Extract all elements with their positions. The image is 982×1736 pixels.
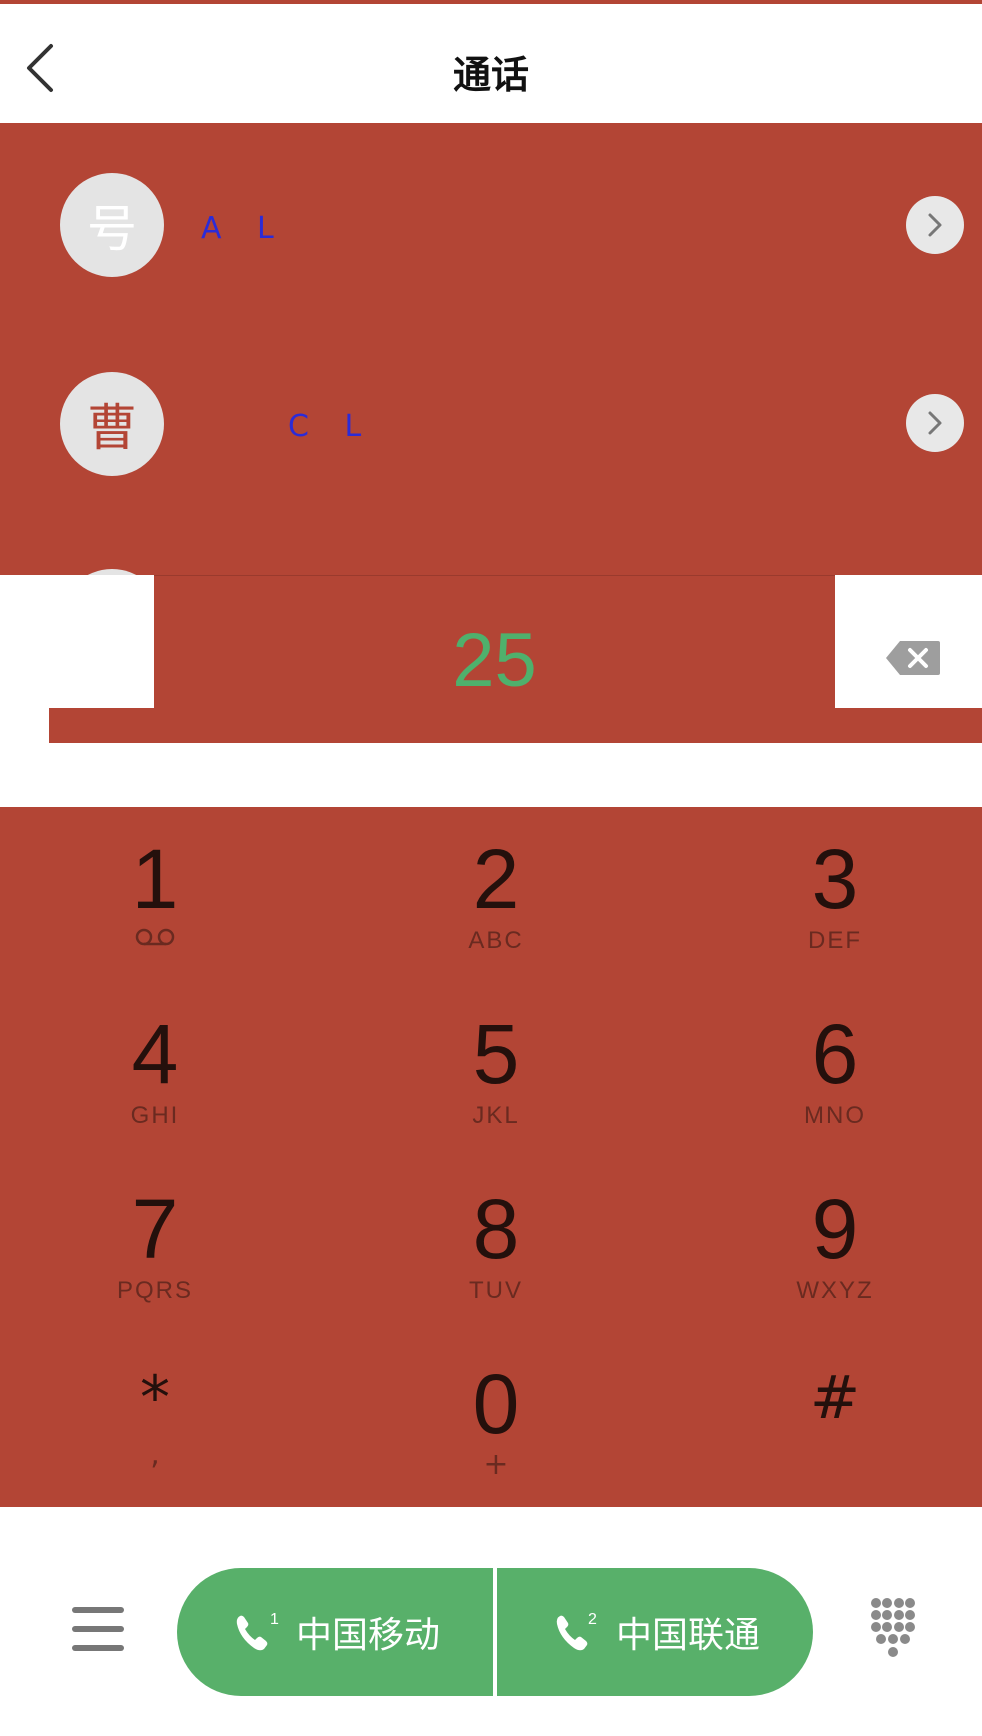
divider <box>154 575 835 576</box>
avatar-char: 号 <box>87 200 137 258</box>
key-6[interactable]: 6 MNO <box>685 982 982 1157</box>
key-letters: , <box>150 1437 160 1472</box>
key-digit: * <box>140 1363 170 1433</box>
key-letters: ABC <box>468 927 524 954</box>
voicemail-icon <box>133 927 177 955</box>
key-4[interactable]: 4 GHI <box>5 982 305 1157</box>
avatar-char: 曹 <box>87 399 137 457</box>
key-7[interactable]: 7 PQRS <box>5 1157 305 1332</box>
key-star[interactable]: * , <box>5 1332 305 1507</box>
avatar: 曹 <box>60 372 164 476</box>
key-digit: 1 <box>131 832 179 926</box>
call-sim1-label: 中国移动 <box>295 1615 440 1656</box>
key-0[interactable]: 0 + <box>346 1332 646 1507</box>
key-letters: JKL <box>472 1102 520 1129</box>
contact-name: A L <box>201 211 278 246</box>
dialpad-icon[interactable] <box>870 1597 916 1659</box>
number-input-area: 25 <box>0 575 982 807</box>
contact-name: C L <box>288 409 366 444</box>
key-digit: # <box>809 1363 861 1433</box>
key-digit: 3 <box>811 832 859 926</box>
menu-icon[interactable] <box>72 1607 124 1651</box>
key-digit: 5 <box>472 1007 520 1101</box>
key-letters: TUV <box>469 1277 523 1304</box>
key-digit: 7 <box>131 1182 179 1276</box>
key-3[interactable]: 3 DEF <box>685 807 982 982</box>
contact-detail-button[interactable] <box>906 196 964 254</box>
contact-suggestion-list: 号 A L 曹 C L <box>0 123 982 575</box>
call-sim2-button[interactable]: 2 中国联通 <box>497 1568 813 1696</box>
key-letters: PQRS <box>116 1277 193 1304</box>
key-digit: 4 <box>131 1007 179 1101</box>
key-letters: GHI <box>130 1102 180 1129</box>
key-digit: 0 <box>472 1357 520 1451</box>
key-letters: WXYZ <box>796 1277 874 1304</box>
phone-icon: 2 <box>556 1611 597 1651</box>
key-digit: 2 <box>472 832 520 926</box>
svg-text:2: 2 <box>588 1611 597 1628</box>
dialed-number[interactable]: 25 <box>154 617 835 704</box>
header-bar: 通话 <box>0 4 982 123</box>
contact-row[interactable]: 曹 C L <box>0 321 982 519</box>
key-digit: 8 <box>472 1182 520 1276</box>
avatar: 号 <box>60 173 164 277</box>
backspace-icon <box>886 641 940 675</box>
contact-row[interactable]: 号 A L <box>0 123 982 321</box>
key-hash[interactable]: # <box>685 1332 982 1507</box>
key-5[interactable]: 5 JKL <box>346 982 646 1157</box>
key-2[interactable]: 2 ABC <box>346 807 646 982</box>
svg-text:1: 1 <box>270 1611 279 1628</box>
dialer-screen: 通话 号 A L 曹 C L 25 1 2 ABC 3 DEF 4 GHI 5 … <box>0 0 982 1736</box>
page-title: 通话 <box>452 53 529 97</box>
key-letters: + <box>483 1447 509 1482</box>
key-9[interactable]: 9 WXYZ <box>685 1157 982 1332</box>
chevron-right-icon <box>928 213 942 237</box>
key-1[interactable]: 1 <box>5 807 305 982</box>
key-digit: 9 <box>811 1182 859 1276</box>
key-digit: 6 <box>811 1007 859 1101</box>
key-8[interactable]: 8 TUV <box>346 1157 646 1332</box>
key-letters: MNO <box>804 1102 866 1129</box>
phone-icon: 1 <box>236 1611 279 1651</box>
keypad: 1 2 ABC 3 DEF 4 GHI 5 JKL 6 MNO 7 PQRS 8… <box>0 807 982 1507</box>
bottom-action-bar: 1 中国移动 2 中国联通 <box>0 1507 982 1736</box>
dual-sim-call-group: 1 中国移动 2 中国联通 <box>177 1568 813 1696</box>
call-sim2-label: 中国联通 <box>615 1615 760 1656</box>
chevron-right-icon <box>928 411 942 435</box>
backspace-button[interactable] <box>884 639 942 677</box>
key-letters: DEF <box>808 927 862 954</box>
call-sim1-button[interactable]: 1 中国移动 <box>177 1568 493 1696</box>
contact-detail-button[interactable] <box>906 394 964 452</box>
